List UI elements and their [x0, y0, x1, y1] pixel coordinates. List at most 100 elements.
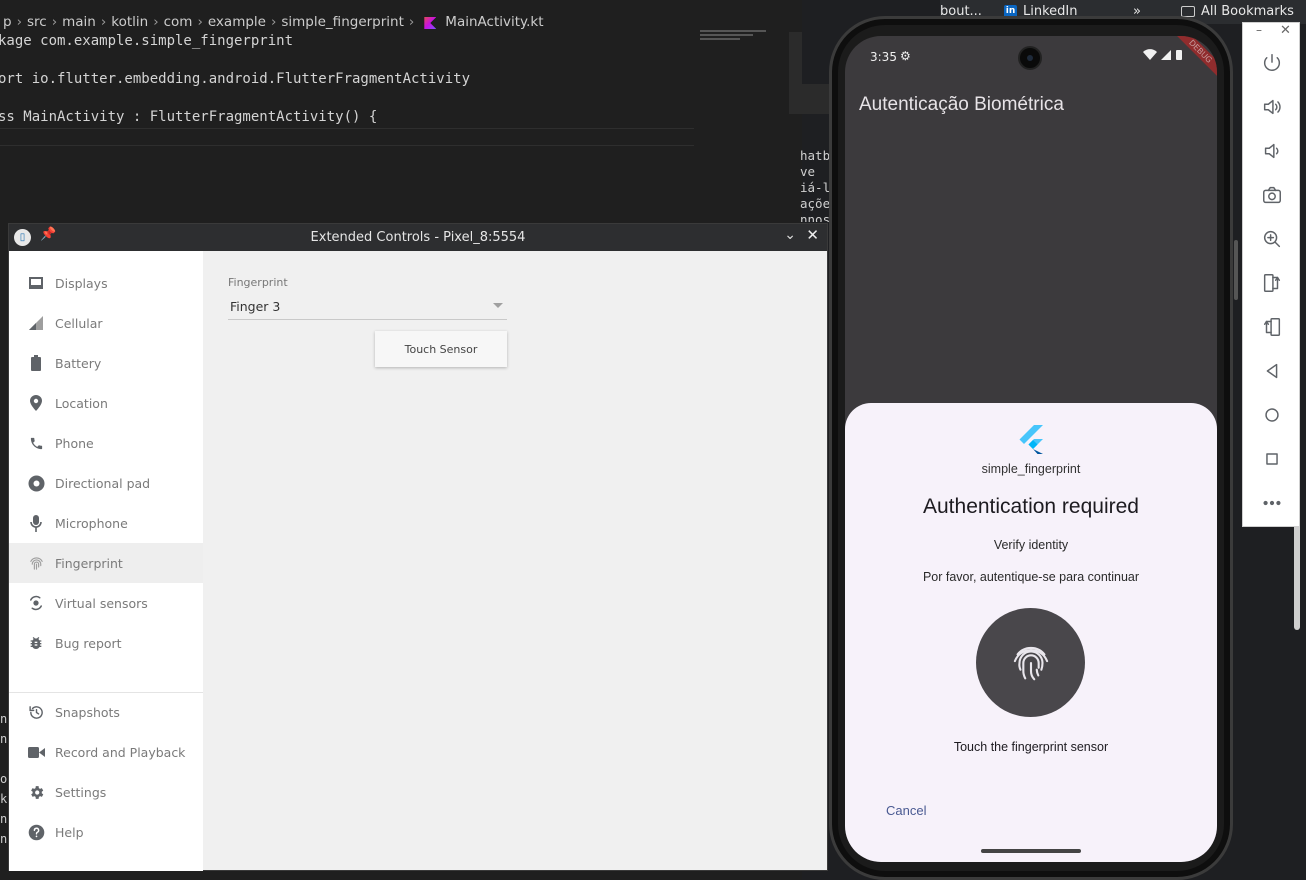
window-titlebar[interactable]: ▯ 📌 Extended Controls - Pixel_8:5554 ⌄ ✕: [9, 224, 827, 251]
fingerprint-icon: [1013, 646, 1048, 680]
sidebar-item-snapshots[interactable]: Snapshots: [9, 692, 203, 732]
camera-icon: [1263, 186, 1281, 204]
sidebar-item-battery[interactable]: Battery: [9, 343, 203, 383]
editor-scrollbar[interactable]: [789, 32, 802, 114]
editor-line-highlight: [0, 128, 694, 129]
breadcrumb-item[interactable]: kotlin: [108, 14, 151, 30]
sidebar-item-cellular[interactable]: Cellular: [9, 303, 203, 343]
sidebar-item-settings[interactable]: Settings: [9, 772, 203, 812]
volume-up-button[interactable]: [1260, 95, 1284, 119]
sidebar-item-label: Help: [55, 824, 84, 840]
breadcrumb-item[interactable]: com: [161, 14, 196, 30]
dropdown-arrow-icon: [493, 303, 503, 308]
gesture-navigation-bar[interactable]: [981, 849, 1081, 853]
breadcrumb-item[interactable]: p: [0, 14, 15, 30]
breadcrumb-item[interactable]: example: [205, 14, 269, 30]
code-line[interactable]: ss MainActivity : FlutterFragmentActivit…: [0, 109, 377, 125]
fingerprint-select-value: Finger 3: [230, 298, 281, 314]
window-title: Extended Controls - Pixel_8:5554: [310, 230, 526, 245]
sidebar-item-phone[interactable]: Phone: [9, 423, 203, 463]
rotate-left-button[interactable]: [1260, 271, 1284, 295]
sidebar-item-bug-report[interactable]: Bug report: [9, 623, 203, 663]
breadcrumb-item[interactable]: simple_fingerprint: [278, 14, 407, 30]
terminal-fragment: n: [0, 712, 8, 726]
background-text: ve: [800, 164, 816, 179]
emulator-toolbar: – ✕: [1242, 22, 1300, 527]
overview-button[interactable]: [1260, 447, 1284, 471]
touch-sensor-button[interactable]: Touch Sensor: [375, 331, 507, 367]
sidebar-item-label: Bug report: [55, 635, 122, 651]
extended-controls-window: ▯ 📌 Extended Controls - Pixel_8:5554 ⌄ ✕…: [8, 223, 828, 871]
record-icon: [27, 743, 45, 761]
background-text: iá-l: [800, 180, 831, 195]
chevron-right-icon: ›: [197, 14, 203, 30]
power-icon: [1263, 54, 1281, 71]
background-panel: [802, 84, 830, 114]
sidebar-item-label: Cellular: [55, 315, 103, 331]
minimap[interactable]: [700, 30, 766, 44]
sidebar-item-label: Displays: [55, 275, 108, 291]
cancel-button[interactable]: Cancel: [886, 803, 926, 818]
overview-icon: [1266, 453, 1278, 465]
home-button[interactable]: [1260, 403, 1284, 427]
sidebar-item-label: Microphone: [55, 515, 128, 531]
sidebar-item-label: Directional pad: [55, 475, 151, 491]
bug-icon: [27, 634, 45, 652]
breadcrumb-file[interactable]: MainActivity.kt: [442, 14, 546, 30]
sidebar-item-directional-pad[interactable]: Directional pad: [9, 463, 203, 503]
screenshot-button[interactable]: [1260, 183, 1284, 207]
prompt-title: Authentication required: [923, 495, 1139, 518]
flutter-logo-icon: [1018, 425, 1044, 455]
dpad-icon: [27, 474, 45, 492]
breadcrumb-item[interactable]: main: [59, 14, 99, 30]
battery-icon: [27, 354, 45, 372]
fingerprint-sensor-target[interactable]: [976, 608, 1085, 717]
zoom-icon: [1263, 230, 1281, 248]
power-button[interactable]: [1260, 51, 1284, 75]
prompt-subtitle: Verify identity: [993, 538, 1069, 552]
sidebar-item-location[interactable]: Location: [9, 383, 203, 423]
bookmark-label: All Bookmarks: [1201, 4, 1294, 19]
zoom-button[interactable]: [1260, 227, 1284, 251]
code-line[interactable]: ort io.flutter.embedding.android.Flutter…: [0, 71, 470, 87]
sidebar-item-displays[interactable]: Displays: [9, 263, 203, 303]
sidebar-item-virtual-sensors[interactable]: Virtual sensors: [9, 583, 203, 623]
close-icon[interactable]: ✕: [806, 226, 819, 244]
background-scrollbar[interactable]: [1234, 240, 1238, 300]
sidebar-item-label: Fingerprint: [55, 555, 123, 571]
sidebar-item-label: Snapshots: [55, 704, 120, 720]
sidebar-item-label: Record and Playback: [55, 744, 186, 760]
snapshots-icon: [27, 703, 45, 721]
sidebar-item-fingerprint[interactable]: Fingerprint: [9, 543, 203, 583]
microphone-icon: [27, 514, 45, 532]
code-line[interactable]: kage com.example.simple_fingerprint: [0, 33, 293, 49]
fingerprint-field-label: Fingerprint: [228, 276, 288, 289]
kotlin-file-icon: [424, 17, 437, 29]
back-button[interactable]: [1260, 359, 1284, 383]
rotate-right-button[interactable]: [1260, 315, 1284, 339]
volume-down-button[interactable]: [1260, 139, 1284, 163]
rotate-right-icon: [1263, 318, 1281, 336]
more-button[interactable]: [1260, 491, 1284, 515]
sidebar-item-record-playback[interactable]: Record and Playback: [9, 732, 203, 772]
all-bookmarks-button[interactable]: All Bookmarks: [1181, 4, 1294, 19]
volume-down-icon: [1264, 143, 1279, 159]
minimize-icon[interactable]: –: [1256, 23, 1262, 37]
settings-status-icon: ⚙: [900, 49, 911, 63]
sidebar-item-label: Settings: [55, 784, 107, 800]
sidebar-item-microphone[interactable]: Microphone: [9, 503, 203, 543]
back-icon: [1266, 363, 1278, 379]
sidebar-item-help[interactable]: Help: [9, 812, 203, 852]
fingerprint-select[interactable]: Finger 3: [228, 293, 507, 320]
breadcrumb-item[interactable]: src: [24, 14, 50, 30]
sidebar-item-label: Location: [55, 395, 108, 411]
chevron-right-icon: ›: [16, 14, 22, 30]
rotate-left-icon: [1263, 274, 1281, 292]
close-icon[interactable]: ✕: [1280, 23, 1291, 38]
phone-screen: 3:35 ⚙ DEBUG Autenticação Biométrica sim…: [845, 36, 1217, 862]
background-text: açõe: [800, 196, 831, 211]
chevron-right-icon: ›: [270, 14, 277, 30]
chevron-down-icon[interactable]: ⌄: [784, 227, 796, 243]
volume-up-icon: [1263, 99, 1281, 115]
fingerprint-icon: [27, 554, 45, 572]
